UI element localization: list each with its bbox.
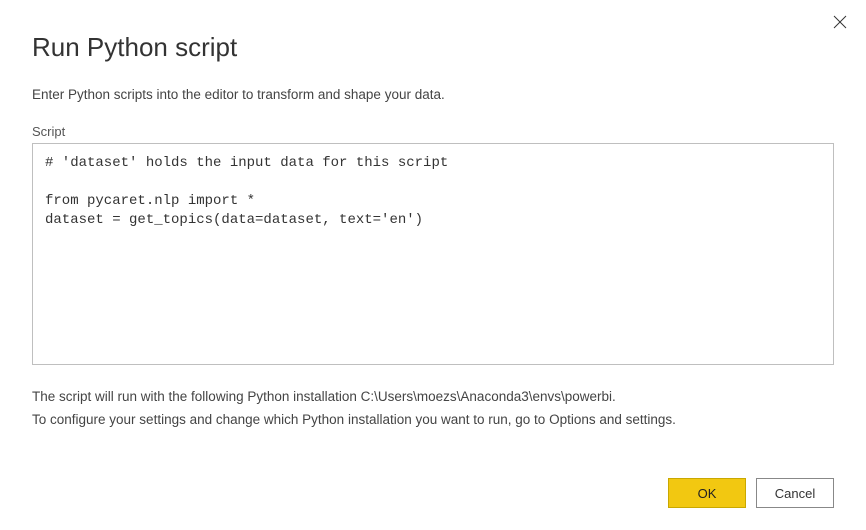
info-block: The script will run with the following P… (32, 386, 834, 432)
close-button[interactable] (828, 10, 852, 34)
script-field-label: Script (32, 124, 834, 139)
python-install-path-info: The script will run with the following P… (32, 386, 834, 409)
dialog-button-row: OK Cancel (668, 478, 834, 508)
python-script-dialog: Run Python script Enter Python scripts i… (0, 0, 866, 530)
script-input[interactable] (32, 143, 834, 365)
close-icon (833, 15, 847, 29)
ok-button[interactable]: OK (668, 478, 746, 508)
cancel-button[interactable]: Cancel (756, 478, 834, 508)
dialog-title: Run Python script (32, 32, 834, 63)
python-config-info: To configure your settings and change wh… (32, 409, 834, 432)
dialog-subtitle: Enter Python scripts into the editor to … (32, 87, 834, 102)
